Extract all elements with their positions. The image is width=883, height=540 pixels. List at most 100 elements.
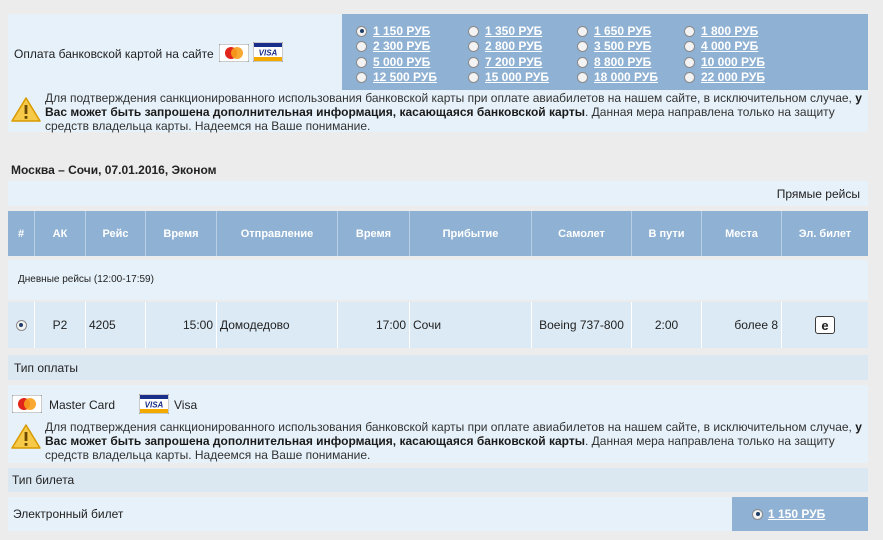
col-header-flight: Рейс: [86, 211, 146, 256]
col-header-dep-time: Время: [146, 211, 217, 256]
col-header-num: #: [8, 211, 35, 256]
price-radio[interactable]: [356, 71, 367, 83]
price-option[interactable]: 5 000 РУБ: [356, 55, 430, 69]
price-link[interactable]: 2 300 РУБ: [373, 39, 430, 53]
direct-flights-bar: Прямые рейсы: [8, 181, 868, 206]
price-radio[interactable]: [577, 71, 588, 83]
payment-type-bar: Тип оплаты: [8, 355, 868, 380]
price-link[interactable]: 8 800 РУБ: [594, 55, 651, 69]
ticket-price-radio[interactable]: [752, 508, 763, 520]
price-link[interactable]: 3 500 РУБ: [594, 39, 651, 53]
col-header-airline: АК: [35, 211, 86, 256]
flights-table-header: # АК Рейс Время Отправление Время Прибыт…: [8, 211, 868, 256]
price-option[interactable]: 18 000 РУБ: [577, 70, 658, 84]
price-radio[interactable]: [356, 40, 367, 52]
price-option[interactable]: 2 800 РУБ: [468, 39, 542, 53]
cell-departure: Домодедово: [217, 302, 338, 348]
price-radio[interactable]: [468, 40, 479, 52]
ticket-price-link[interactable]: 1 150 РУБ: [768, 507, 825, 521]
col-header-duration: В пути: [632, 211, 702, 256]
flight-group-row: Дневные рейсы (12:00-17:59): [8, 260, 868, 300]
price-option[interactable]: 1 800 РУБ: [684, 24, 758, 38]
cell-arrival: Сочи: [410, 302, 532, 348]
ticket-type-bar: Тип билета: [8, 468, 868, 492]
price-option[interactable]: 1 150 РУБ: [356, 24, 430, 38]
cell-dep-time: 15:00: [146, 302, 217, 348]
ticket-price-option[interactable]: 1 150 РУБ: [732, 497, 868, 531]
price-radio[interactable]: [468, 56, 479, 68]
price-link[interactable]: 10 000 РУБ: [701, 55, 765, 69]
price-radio[interactable]: [468, 71, 479, 83]
ticket-type-row: Электронный билет 1 150 РУБ: [8, 497, 868, 531]
payment-type-panel: Master Card VISA Visa Для подтверждения …: [8, 385, 868, 463]
row-select-cell: [8, 302, 35, 348]
price-options: 1 150 РУБ 1 350 РУБ 1 650 РУБ 1 800 РУБ 2 30…: [342, 14, 868, 90]
price-link[interactable]: 5 000 РУБ: [373, 55, 430, 69]
cell-duration: 2:00: [632, 302, 702, 348]
col-header-eticket: Эл. билет: [798, 227, 852, 240]
price-option[interactable]: 15 000 РУБ: [468, 70, 549, 84]
price-radio[interactable]: [468, 25, 479, 37]
price-link[interactable]: 22 000 РУБ: [701, 70, 765, 84]
ticket-type-label: Электронный билет: [13, 507, 124, 521]
payment-method-label: Оплата банковской картой на сайте: [14, 47, 214, 61]
svg-text:VISA: VISA: [145, 401, 164, 410]
price-radio[interactable]: [684, 25, 695, 37]
price-option[interactable]: 1 650 РУБ: [577, 24, 651, 38]
cell-flight: 4205: [86, 302, 146, 348]
price-link[interactable]: 1 800 РУБ: [701, 24, 758, 38]
price-option[interactable]: 2 300 РУБ: [356, 39, 430, 53]
mastercard-icon: [219, 44, 249, 62]
route-title: Москва – Сочи, 07.01.2016, Эконом: [11, 163, 217, 177]
price-link[interactable]: 12 500 РУБ: [373, 70, 437, 84]
price-option[interactable]: 7 200 РУБ: [468, 55, 542, 69]
price-option[interactable]: 8 800 РУБ: [577, 55, 651, 69]
price-radio[interactable]: [684, 40, 695, 52]
price-option[interactable]: 22 000 РУБ: [684, 70, 765, 84]
cell-seats: более 8: [702, 302, 782, 348]
price-radio[interactable]: [684, 56, 695, 68]
price-link[interactable]: 18 000 РУБ: [594, 70, 658, 84]
price-radio[interactable]: [684, 71, 695, 83]
price-radio[interactable]: [356, 56, 367, 68]
flight-select-radio[interactable]: [15, 319, 27, 331]
eticket-icon[interactable]: e: [815, 316, 835, 334]
col-header-aircraft: Самолет: [532, 211, 632, 256]
price-option[interactable]: 1 350 РУБ: [468, 24, 542, 38]
warning-icon: [11, 97, 41, 122]
price-radio[interactable]: [577, 25, 588, 37]
col-header-arrival: Прибытие: [410, 211, 532, 256]
warning-text: Для подтверждения санкционированного исп…: [45, 420, 862, 462]
visa-icon: VISA: [253, 42, 283, 62]
price-option[interactable]: 12 500 РУБ: [356, 70, 437, 84]
cell-eticket: e: [782, 302, 868, 348]
visa-icon: VISA: [139, 394, 169, 414]
mastercard-icon: [12, 395, 42, 413]
mastercard-label: Master Card: [49, 398, 116, 412]
svg-text:VISA: VISA: [259, 49, 278, 58]
direct-flights-label: Прямые рейсы: [776, 187, 860, 201]
price-link[interactable]: 4 000 РУБ: [701, 39, 758, 53]
cell-airline: Р2: [35, 302, 86, 348]
price-link[interactable]: 7 200 РУБ: [485, 55, 542, 69]
price-link[interactable]: 1 150 РУБ: [373, 24, 430, 38]
price-radio[interactable]: [356, 25, 367, 37]
price-option[interactable]: 3 500 РУБ: [577, 39, 651, 53]
cell-arr-time: 17:00: [338, 302, 410, 348]
price-link[interactable]: 15 000 РУБ: [485, 70, 549, 84]
price-radio[interactable]: [577, 40, 588, 52]
warning-text: Для подтверждения санкционированного исп…: [45, 91, 862, 133]
table-row[interactable]: Р2 4205 15:00 Домодедово 17:00 Сочи Boei…: [8, 302, 868, 348]
price-radio[interactable]: [577, 56, 588, 68]
flight-group-label: Дневные рейсы (12:00-17:59): [18, 274, 154, 285]
payment-method-cell: Оплата банковской картой на сайте VISA: [8, 14, 342, 90]
price-option[interactable]: 4 000 РУБ: [684, 39, 758, 53]
col-header-seats: Места: [702, 211, 782, 256]
payment-type-title: Тип оплаты: [14, 361, 79, 375]
warning-icon: [11, 424, 41, 449]
price-link[interactable]: 1 350 РУБ: [485, 24, 542, 38]
price-link[interactable]: 1 650 РУБ: [594, 24, 651, 38]
card-warning: Для подтверждения санкционированного исп…: [8, 90, 868, 133]
price-link[interactable]: 2 800 РУБ: [485, 39, 542, 53]
price-option[interactable]: 10 000 РУБ: [684, 55, 765, 69]
